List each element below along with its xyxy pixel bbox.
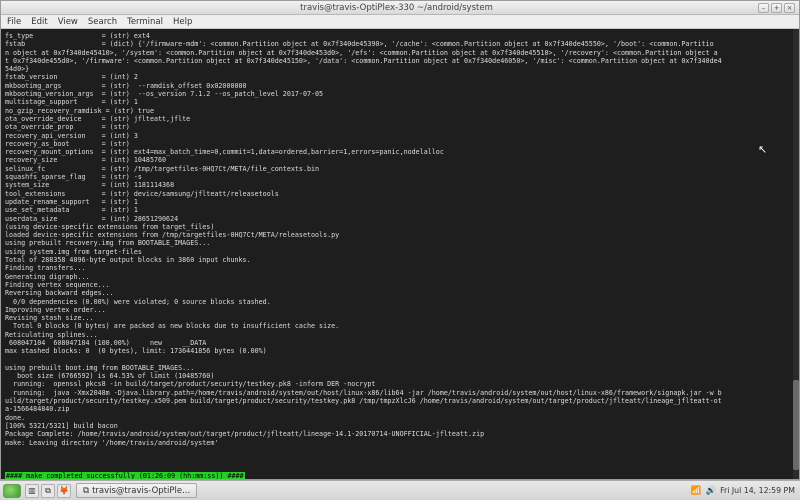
taskbar: ▥ ⧉ 🦊 ⧉ travis@travis-OptiPle... 📶 🔊 Fri…	[0, 480, 800, 500]
menu-bar: File Edit View Search Terminal Help	[1, 15, 799, 29]
window-maximize-button[interactable]: +	[771, 3, 782, 13]
terminal-launcher-icon[interactable]: ⧉	[41, 484, 55, 498]
start-menu-button[interactable]	[3, 484, 21, 498]
window-close-button[interactable]: ×	[784, 3, 795, 13]
sound-icon[interactable]: 🔊	[705, 486, 716, 496]
menu-edit[interactable]: Edit	[31, 17, 47, 27]
clock-line-1: Fri Jul 14, 12:59 PM	[720, 486, 795, 495]
network-icon[interactable]: 📶	[691, 486, 702, 496]
terminal-output[interactable]: fs_type = (str) ext4 fstab = (dict) {'/f…	[1, 29, 799, 479]
menu-search[interactable]: Search	[88, 17, 117, 27]
scrollbar-thumb[interactable]	[793, 380, 799, 470]
terminal-scrollbar[interactable]	[793, 29, 799, 479]
taskbar-task-terminal[interactable]: ⧉ travis@travis-OptiPle...	[76, 483, 197, 498]
window-title: travis@travis-OptiPlex-330 ~/android/sys…	[35, 3, 758, 13]
menu-view[interactable]: View	[58, 17, 78, 27]
menu-terminal[interactable]: Terminal	[127, 17, 163, 27]
window-titlebar[interactable]: travis@travis-OptiPlex-330 ~/android/sys…	[1, 1, 799, 15]
window-minimize-button[interactable]: –	[758, 3, 769, 13]
taskbar-clock[interactable]: Fri Jul 14, 12:59 PM	[720, 486, 795, 495]
menu-file[interactable]: File	[7, 17, 21, 27]
task-icon: ⧉	[83, 486, 89, 496]
menu-help[interactable]: Help	[173, 17, 192, 27]
task-label: travis@travis-OptiPle...	[92, 486, 190, 496]
files-launcher-icon[interactable]: ▥	[25, 484, 39, 498]
firefox-launcher-icon[interactable]: 🦊	[57, 484, 71, 498]
terminal-window: travis@travis-OptiPlex-330 ~/android/sys…	[0, 0, 800, 480]
system-tray: 📶 🔊 Fri Jul 14, 12:59 PM	[686, 486, 800, 496]
